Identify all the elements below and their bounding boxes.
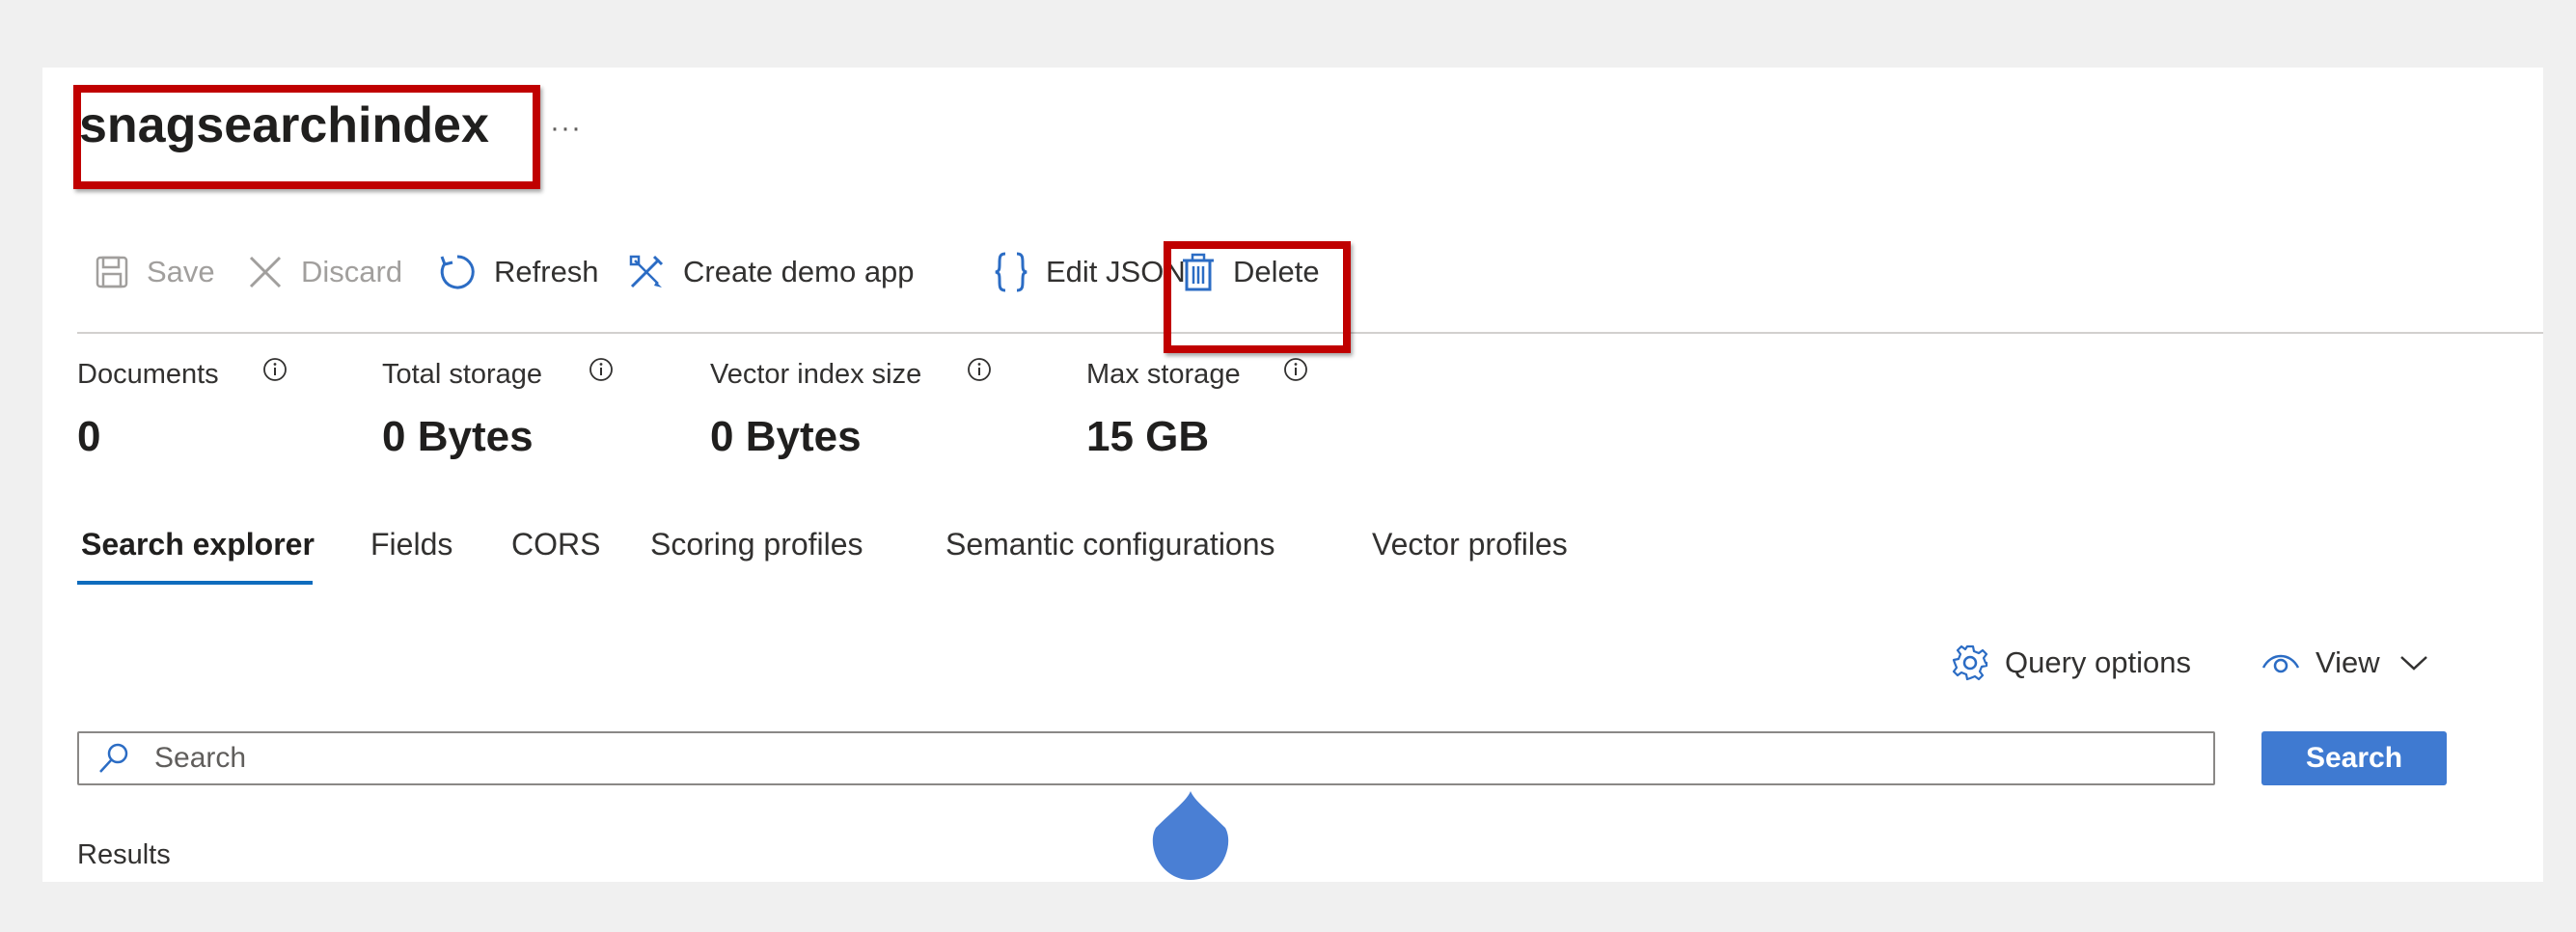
save-icon [96, 256, 128, 288]
create-demo-app-icon [629, 255, 664, 288]
edit-json-button[interactable]: Edit JSON [994, 241, 1186, 303]
discard-button[interactable]: Discard [247, 241, 402, 303]
search-input[interactable] [152, 741, 2163, 776]
eye-icon [2261, 654, 2300, 673]
save-button[interactable]: Save [95, 241, 215, 303]
refresh-button[interactable]: Refresh [438, 241, 599, 303]
search-button[interactable]: Search [2261, 731, 2447, 785]
info-icon[interactable] [262, 357, 288, 382]
close-icon [249, 256, 282, 288]
cursor-marker-icon [1152, 791, 1229, 880]
create-demo-app-label: Create demo app [683, 255, 915, 288]
tab-vector-profiles[interactable]: Vector profiles [1372, 527, 1568, 562]
stat-label-documents: Documents [77, 359, 219, 390]
refresh-label: Refresh [494, 255, 599, 288]
active-tab-indicator [77, 581, 313, 585]
tab-scoring-profiles[interactable]: Scoring profiles [650, 527, 863, 562]
query-options-label: Query options [2005, 645, 2191, 679]
stat-label-total-storage: Total storage [382, 359, 543, 390]
create-demo-app-button[interactable]: Create demo app [627, 241, 915, 303]
chevron-down-icon [2399, 656, 2427, 671]
index-page: snagsearchindex ··· Save Discard Refresh [42, 68, 2543, 882]
save-label: Save [147, 255, 215, 288]
info-icon[interactable] [967, 357, 992, 382]
more-options-button[interactable]: ··· [550, 112, 582, 145]
stat-label-vector-index-size: Vector index size [710, 359, 922, 390]
view-label: View [2316, 645, 2380, 679]
stat-value-total-storage: 0 Bytes [382, 413, 534, 460]
stat-value-max-storage: 15 GB [1086, 413, 1210, 460]
stat-value-vector-index-size: 0 Bytes [710, 413, 862, 460]
delete-highlight-box [1164, 241, 1351, 353]
tab-search-explorer[interactable]: Search explorer [81, 527, 315, 562]
info-icon[interactable] [1283, 357, 1308, 382]
query-options-button[interactable]: Query options [1951, 637, 2191, 689]
search-box[interactable] [77, 731, 2215, 785]
braces-icon [995, 252, 1028, 292]
view-dropdown[interactable]: View [2261, 637, 2428, 689]
tab-cors[interactable]: CORS [511, 527, 600, 562]
title-highlight-box [73, 85, 540, 189]
tab-semantic-configurations[interactable]: Semantic configurations [945, 527, 1275, 562]
discard-label: Discard [301, 255, 403, 288]
stat-value-documents: 0 [77, 413, 101, 460]
gear-icon [1952, 644, 1988, 681]
results-label: Results [77, 839, 171, 870]
tab-fields[interactable]: Fields [370, 527, 452, 562]
stat-label-max-storage: Max storage [1086, 359, 1241, 390]
refresh-icon [440, 255, 475, 289]
info-icon[interactable] [589, 357, 614, 382]
search-icon [99, 743, 128, 773]
